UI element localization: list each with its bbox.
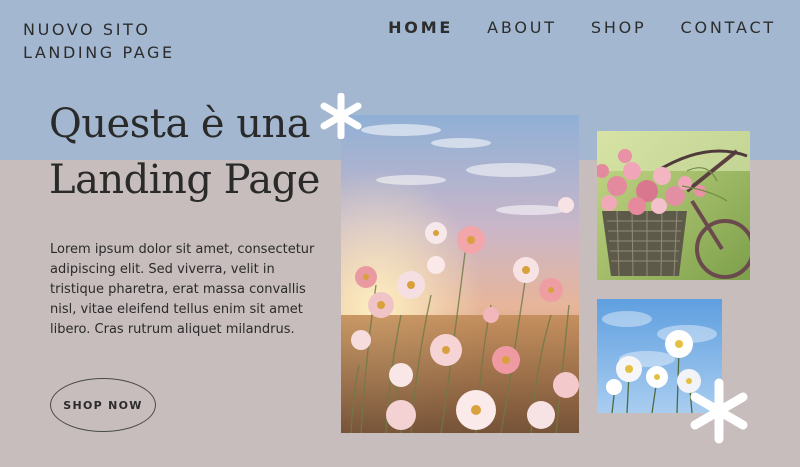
hero-title: Questa è una Landing Page [49, 96, 339, 208]
hero-title-line-1: Questa è una [49, 101, 311, 147]
nav-about[interactable]: ABOUT [487, 18, 557, 37]
asterisk-icon [320, 93, 362, 139]
bicycle-basket-photo [597, 131, 750, 280]
brand-line-2: LANDING PAGE [23, 43, 175, 62]
hero-title-line-2: Landing Page [49, 157, 320, 203]
shop-now-button[interactable]: SHOP NOW [50, 378, 156, 432]
flower-field-photo [341, 115, 579, 433]
main-nav: HOME ABOUT SHOP CONTACT [388, 18, 776, 37]
hero-description: Lorem ipsum dolor sit amet, consectetur … [50, 242, 315, 337]
nav-home[interactable]: HOME [388, 18, 453, 37]
nav-contact[interactable]: CONTACT [681, 18, 776, 37]
site-brand[interactable]: NUOVO SITO LANDING PAGE [23, 18, 175, 64]
asterisk-icon [690, 378, 748, 444]
nav-shop[interactable]: SHOP [591, 18, 647, 37]
brand-line-1: NUOVO SITO [23, 20, 151, 39]
